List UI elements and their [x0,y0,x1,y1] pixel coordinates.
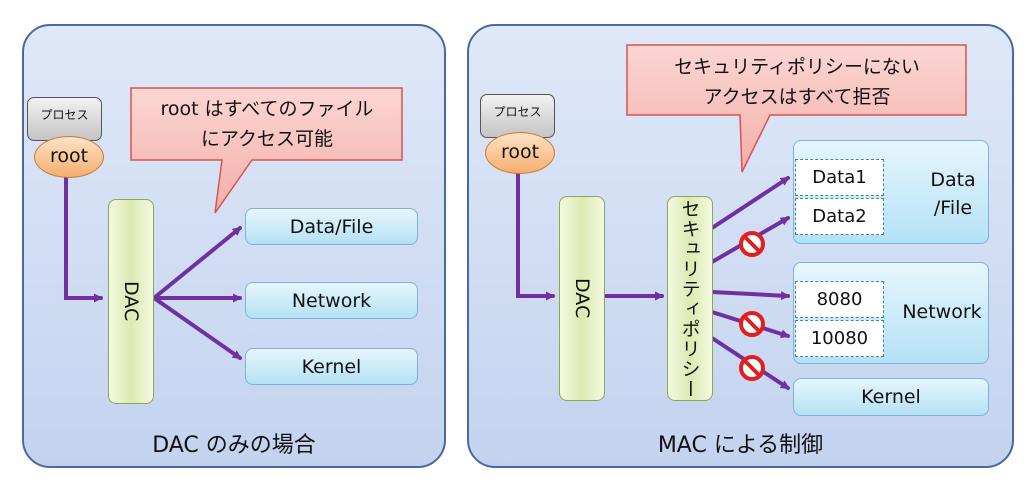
port-10080-item: 10080 [795,320,884,357]
root-label: root [49,145,89,167]
network-group-label: Network [902,301,982,323]
root-label: root [500,141,540,163]
right-root-to-dac-arrow [516,170,555,301]
deny-icon [739,355,765,381]
dac-label: DAC [120,281,142,322]
left-caption: DAC のみの場合 [152,433,316,458]
process-label: プロセス [40,108,89,122]
left-root-to-dac-arrow [64,174,103,303]
target-network: Network [245,282,418,319]
left-callout-text: root はすべてのファイル にアクセス可能 [160,98,374,150]
data-file-group-label: Data /File [930,169,976,219]
policy-to-data1-arrow [710,176,790,230]
root-node: root [34,136,104,178]
deny-icon [739,311,765,337]
right-caption: MAC による制御 [657,433,824,458]
process-label: プロセス [493,105,542,119]
data2-item: Data2 [795,198,884,235]
left-dac-to-kernel-arrow [152,296,242,360]
security-policy-label: セキュリティポリシー [678,198,701,399]
security-policy-bar: セキュリティポリシー [667,196,713,401]
deny-icon [739,231,765,257]
dac-bar: DAC [559,196,605,401]
process-box: プロセス [27,97,102,141]
root-node: root [485,132,555,174]
target-kernel: Kernel [245,348,418,385]
left-dac-to-data-arrow [152,226,242,300]
data1-item: Data1 [795,159,884,196]
kernel-target: Kernel [793,378,989,416]
policy-to-8080-arrow [710,290,790,301]
target-data-file: Data/File [245,208,418,245]
dac-bar: DAC [108,199,154,404]
port-8080-item: 8080 [795,281,884,318]
right-callout-text: セキュリティポリシーにない アクセスはすべて拒否 [674,56,920,108]
dac-label: DAC [571,278,593,319]
